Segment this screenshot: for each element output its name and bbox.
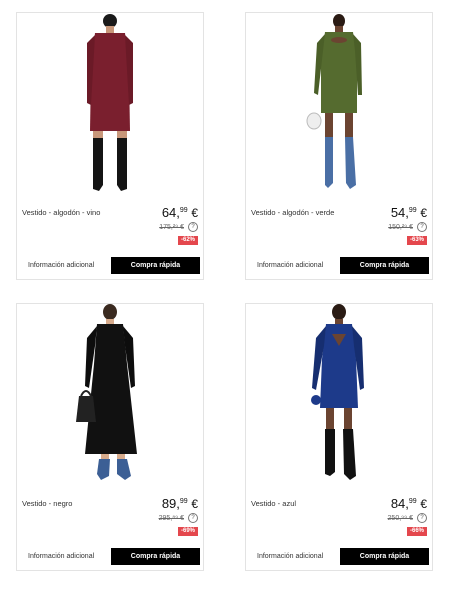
info-icon[interactable]: ? <box>188 513 198 523</box>
quick-buy-button[interactable]: Compra rápida <box>340 548 429 565</box>
old-price-row: 295,⁸⁹ € ? <box>159 513 198 523</box>
more-info-link[interactable]: Información adicional <box>28 262 94 269</box>
old-price-row: 150,²⁹ € ? <box>388 222 427 232</box>
old-price: 295,⁸⁹ € <box>158 514 184 522</box>
product-card[interactable]: Vestido - algodón - verde 54,99 € 150,²⁹… <box>245 12 433 280</box>
product-name[interactable]: Vestido - negro <box>22 499 72 508</box>
product-price: 89,99 € <box>161 496 198 511</box>
old-price: 175,²⁹ € <box>159 223 184 231</box>
old-price-row: 250,⁹⁹ € ? <box>388 513 427 523</box>
more-info-link[interactable]: Información adicional <box>28 553 94 560</box>
product-name[interactable]: Vestido - azul <box>251 499 296 508</box>
discount-badge: -63% <box>406 236 427 245</box>
old-price-row: 175,²⁹ € ? <box>159 222 198 232</box>
product-price: 54,99 € <box>390 205 427 220</box>
product-image[interactable] <box>246 304 432 490</box>
more-info-link[interactable]: Información adicional <box>257 262 323 269</box>
product-price: 64,99 € <box>161 205 198 220</box>
product-image[interactable] <box>17 304 203 490</box>
old-price: 250,⁹⁹ € <box>387 514 413 522</box>
quick-buy-button[interactable]: Compra rápida <box>111 548 200 565</box>
product-card[interactable]: Vestido - azul 84,99 € 250,⁹⁹ € ? -66% I… <box>245 303 433 571</box>
product-image[interactable] <box>246 13 432 199</box>
info-icon[interactable]: ? <box>417 513 427 523</box>
more-info-link[interactable]: Información adicional <box>257 553 323 560</box>
discount-badge: -66% <box>406 527 427 536</box>
product-card[interactable]: Vestido - negro 89,99 € 295,⁸⁹ € ? -69% … <box>16 303 204 571</box>
quick-buy-button[interactable]: Compra rápida <box>111 257 200 274</box>
discount-badge: -69% <box>177 527 198 536</box>
info-icon[interactable]: ? <box>417 222 427 232</box>
discount-badge: -62% <box>177 236 198 245</box>
info-icon[interactable]: ? <box>188 222 198 232</box>
old-price: 150,²⁹ € <box>388 223 413 231</box>
quick-buy-button[interactable]: Compra rápida <box>340 257 429 274</box>
product-image[interactable] <box>17 13 203 199</box>
product-card[interactable]: Vestido - algodón - vino 64,99 € 175,²⁹ … <box>16 12 204 280</box>
product-name[interactable]: Vestido - algodón - vino <box>22 208 100 217</box>
product-price: 84,99 € <box>390 496 427 511</box>
product-name[interactable]: Vestido - algodón - verde <box>251 208 334 217</box>
